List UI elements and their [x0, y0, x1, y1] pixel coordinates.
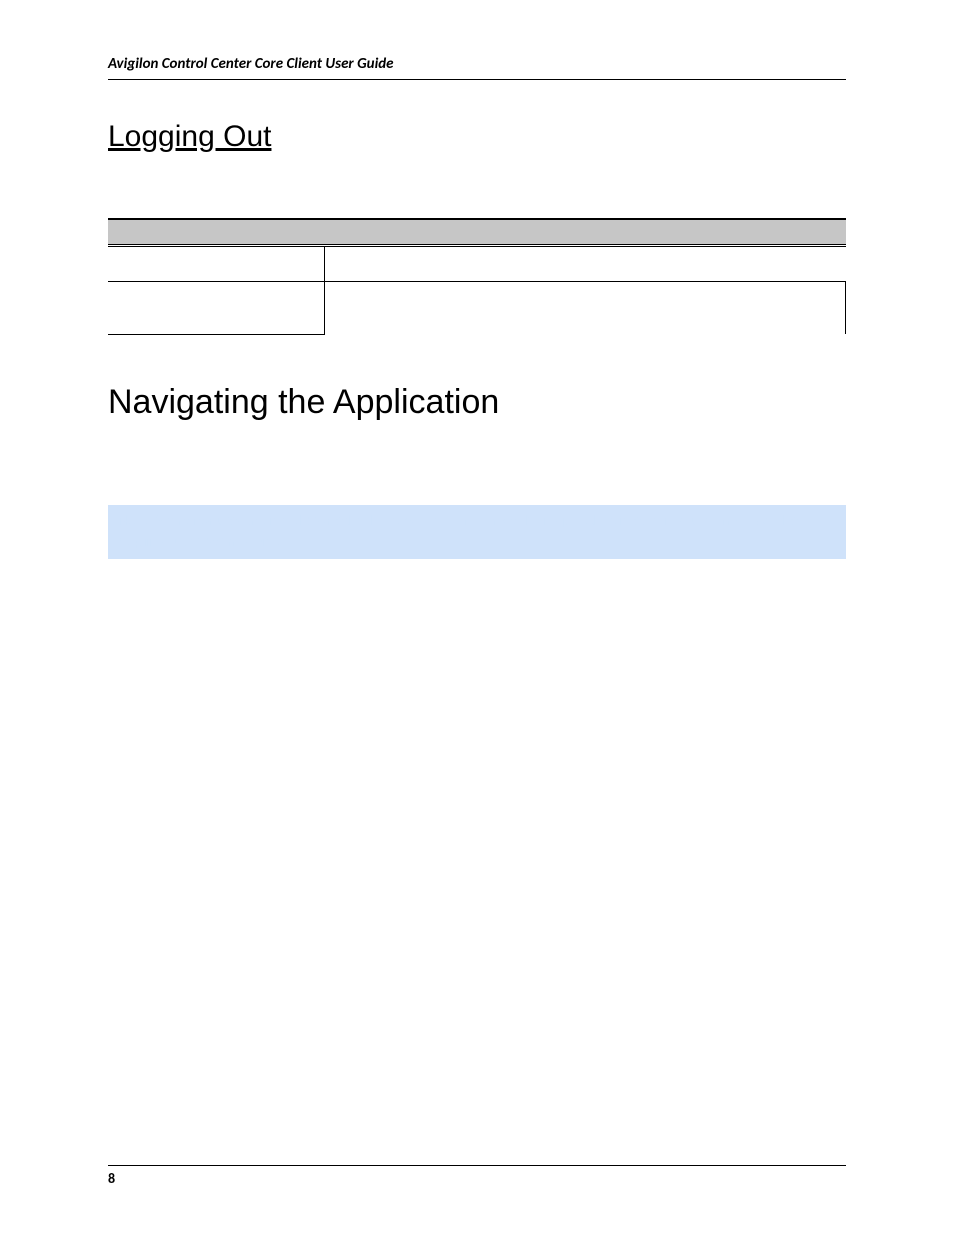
heading-logging-out: Logging Out: [108, 120, 846, 154]
page-number: 8: [108, 1170, 115, 1187]
page: Avigilon Control Center Core Client User…: [0, 0, 954, 1235]
heading-navigating-app: Navigating the Application: [108, 383, 846, 422]
logout-table: All servers In the System Explorer, righ…: [108, 218, 846, 335]
table-row: All servers In the System Explorer, righ…: [108, 245, 846, 281]
table-cell: In the System Explorer, right-click the …: [324, 245, 846, 281]
paragraph-logging-out-intro: When you log out, you are logging out of…: [108, 168, 846, 190]
table-row: One server that belongs to a different S…: [108, 281, 846, 334]
running-header: Avigilon Control Center Core Client User…: [108, 55, 846, 80]
table-cell: In the System Explorer, right-click the …: [324, 281, 846, 334]
paragraph-nav-intro: Once you log in, the Avigilon Control Ce…: [108, 446, 846, 490]
table-cell: All servers: [108, 245, 324, 281]
footer: 8: [108, 1165, 846, 1187]
table-header-col2: [324, 219, 846, 246]
note-box: Note: Some features are not displayed if…: [108, 505, 846, 559]
table-cell: One server that belongs to a different S…: [108, 281, 324, 334]
table-header-col1: [108, 219, 324, 246]
